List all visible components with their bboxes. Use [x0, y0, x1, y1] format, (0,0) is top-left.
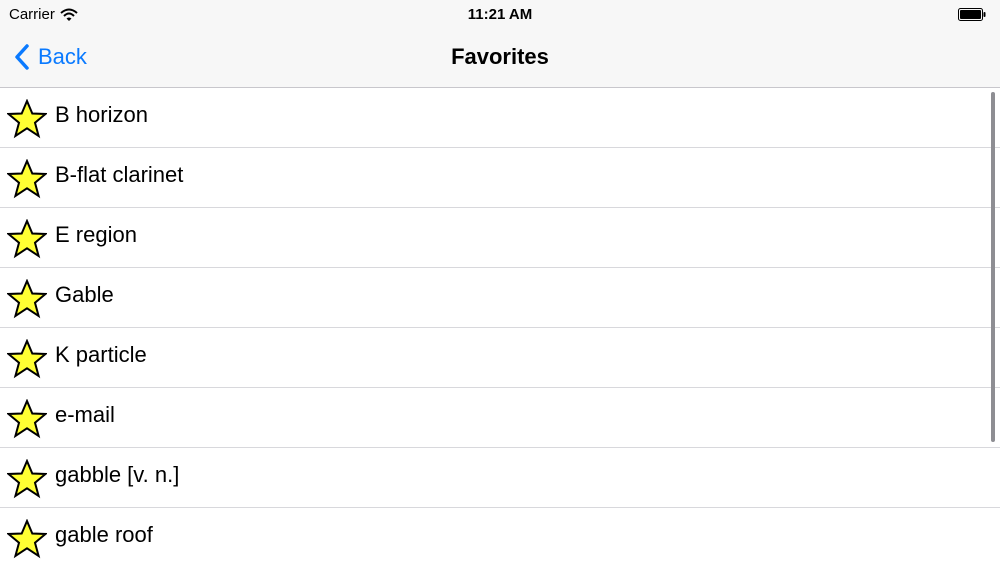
star-icon [7, 519, 47, 559]
vertical-scrollbar[interactable] [991, 92, 995, 442]
status-bar: Carrier 11:21 AM [0, 0, 1000, 28]
star-icon [7, 459, 47, 499]
star-icon [7, 339, 47, 379]
star-icon [7, 219, 47, 259]
favorite-label: gable roof [55, 522, 153, 547]
favorite-label: e-mail [55, 402, 115, 427]
page-title: Favorites [451, 44, 549, 69]
favorite-row[interactable]: E region [0, 208, 1000, 268]
favorite-row[interactable]: K particle [0, 328, 1000, 388]
favorite-row[interactable]: gable roof [0, 508, 1000, 563]
favorite-row[interactable]: Gable [0, 268, 1000, 328]
favorite-row[interactable]: B-flat clarinet [0, 148, 1000, 208]
favorite-label: gabble [v. n.] [55, 462, 180, 487]
status-time: 11:21 AM [467, 6, 533, 23]
favorite-label: B horizon [55, 102, 148, 127]
star-icon [7, 99, 47, 139]
favorite-row[interactable]: B horizon [0, 88, 1000, 148]
star-icon [7, 399, 47, 439]
star-icon [7, 159, 47, 199]
star-icon [7, 279, 47, 319]
favorite-label: E region [55, 222, 137, 247]
battery-icon [958, 8, 986, 21]
favorites-list: B horizon B-flat clarinet E region Gable… [0, 88, 1000, 563]
favorite-label: K particle [55, 342, 147, 367]
navigation-bar: Back Favorites [0, 28, 1000, 88]
favorite-label: Gable [55, 282, 114, 307]
screen: Carrier 11:21 AM Back Favorites B horizo… [0, 0, 1000, 563]
favorite-label: B-flat clarinet [55, 162, 184, 187]
favorite-row[interactable]: gabble [v. n.] [0, 448, 1000, 508]
favorite-row[interactable]: e-mail [0, 388, 1000, 448]
